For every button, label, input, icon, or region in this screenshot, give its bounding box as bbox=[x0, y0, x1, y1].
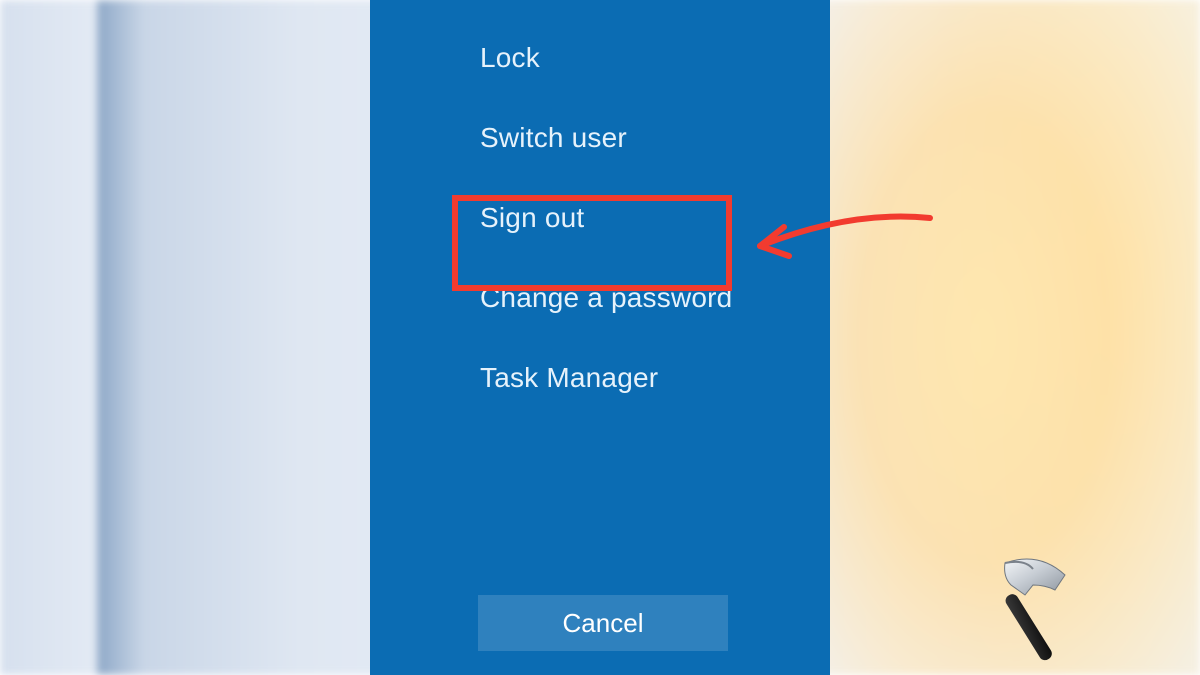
security-options-panel: Lock Switch user Sign out Change a passw… bbox=[370, 0, 830, 675]
option-switch-user[interactable]: Switch user bbox=[480, 122, 732, 154]
cancel-button[interactable]: Cancel bbox=[478, 595, 728, 651]
option-lock[interactable]: Lock bbox=[480, 42, 732, 74]
option-sign-out[interactable]: Sign out bbox=[480, 202, 732, 234]
option-task-manager[interactable]: Task Manager bbox=[480, 362, 732, 394]
option-change-password[interactable]: Change a password bbox=[480, 282, 732, 314]
options-list: Lock Switch user Sign out Change a passw… bbox=[480, 42, 732, 394]
